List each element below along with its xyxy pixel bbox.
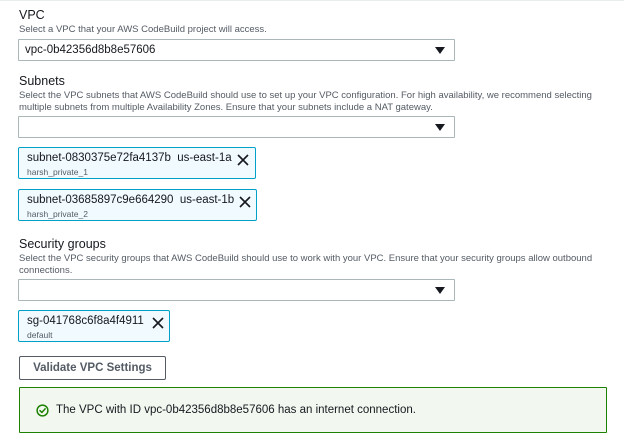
chevron-down-icon: [435, 287, 445, 294]
subnets-select[interactable]: [18, 116, 455, 138]
security-group-token: sg-041768c6f8a4f4911 default: [18, 310, 170, 342]
close-icon[interactable]: [236, 153, 250, 167]
security-group-token-label: sg-041768c6f8a4f4911: [27, 315, 144, 327]
success-alert: The VPC with ID vpc-0b42356d8b8e57606 ha…: [19, 387, 607, 433]
chevron-down-icon: [435, 47, 445, 54]
subnet-token-label: subnet-03685897c9e664290 us-east-1b: [27, 194, 235, 206]
security-groups-description: Select the VPC security groups that AWS …: [19, 253, 593, 276]
subnet-token-name: harsh_private_1: [27, 167, 88, 177]
security-group-token-name: default: [27, 330, 53, 340]
vpc-description: Select a VPC that your AWS CodeBuild pro…: [19, 24, 267, 35]
close-icon[interactable]: [238, 195, 252, 209]
subnet-token-name: harsh_private_2: [27, 209, 88, 219]
subnet-token-label: subnet-0830375e72fa4137b us-east-1a: [27, 152, 232, 164]
subnet-token: subnet-03685897c9e664290 us-east-1b hars…: [18, 189, 257, 221]
subnets-label: Subnets: [19, 74, 65, 88]
chevron-down-icon: [435, 124, 445, 131]
vpc-select[interactable]: vpc-0b42356d8b8e57606: [18, 39, 455, 61]
security-groups-label: Security groups: [19, 237, 106, 251]
vpc-select-value: vpc-0b42356d8b8e57606: [25, 44, 156, 56]
vpc-label: VPC: [19, 8, 45, 22]
subnets-description: Select the VPC subnets that AWS CodeBuil…: [19, 90, 592, 113]
close-icon[interactable]: [151, 316, 165, 330]
section-divider: [0, 0, 624, 1]
subnet-token: subnet-0830375e72fa4137b us-east-1a hars…: [18, 147, 256, 179]
validate-vpc-settings-button[interactable]: Validate VPC Settings: [19, 356, 166, 380]
alert-message: The VPC with ID vpc-0b42356d8b8e57606 ha…: [56, 404, 416, 416]
security-groups-select[interactable]: [18, 279, 455, 301]
check-circle-icon: [36, 404, 49, 417]
